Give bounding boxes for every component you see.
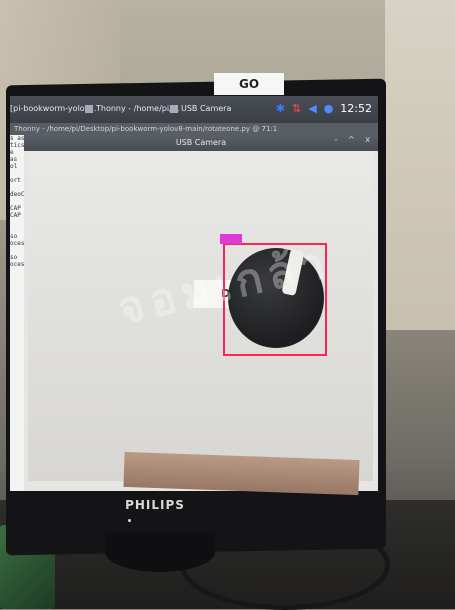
monitor-stand — [105, 532, 215, 572]
taskbar-item-terminal[interactable]: [pi-bookworm-yolov... — [10, 104, 96, 113]
code-line: ol — [10, 163, 18, 170]
taskbar-item-usb-camera[interactable]: USB Camera — [170, 104, 231, 113]
volume-icon[interactable]: ◀ — [308, 102, 316, 115]
code-line: deoC — [10, 191, 24, 198]
thonny-icon — [85, 104, 93, 113]
go-sign: GO — [214, 73, 284, 95]
code-line: ort — [10, 177, 21, 184]
clock: 12:52 — [340, 102, 372, 115]
taskbar: [pi-bookworm-yolov... Thonny - /home/pi/… — [10, 96, 378, 123]
code-line: oces — [10, 261, 24, 268]
taskbar-item-label: USB Camera — [181, 104, 232, 113]
taskbar-item-label: Thonny - /home/pi/... — [96, 104, 180, 113]
thonny-title-path: Thonny - /home/pi/Desktop/pi-bookworm-yo… — [10, 123, 378, 135]
taskbar-item-label: [pi-bookworm-yolov... — [10, 104, 97, 113]
code-line: CAP — [10, 212, 21, 219]
network-disconnected-icon[interactable]: ⇅ — [292, 102, 301, 115]
code-line: CAP — [10, 205, 21, 212]
bluetooth-icon[interactable]: ✱ — [276, 102, 285, 115]
code-line: so — [10, 254, 18, 261]
code-line: e — [10, 149, 14, 156]
power-led-icon — [128, 519, 131, 522]
window-icon — [170, 104, 178, 113]
taskbar-item-thonny[interactable]: Thonny - /home/pi/... — [85, 104, 179, 113]
monitor-brand: PHILIPS — [125, 498, 185, 512]
code-line: oces — [10, 240, 24, 247]
code-line: tics — [10, 142, 24, 149]
microphone-icon[interactable]: ● — [324, 102, 334, 115]
window-controls[interactable]: - ^ x — [335, 135, 374, 144]
code-line: as — [10, 156, 18, 163]
detection-label — [220, 234, 242, 244]
window-title: USB Camera — [24, 135, 378, 151]
code-line: s as — [10, 135, 24, 142]
system-tray: ✱ ⇅ ◀ ● 12:52 — [276, 102, 372, 115]
code-line: so — [10, 233, 18, 240]
